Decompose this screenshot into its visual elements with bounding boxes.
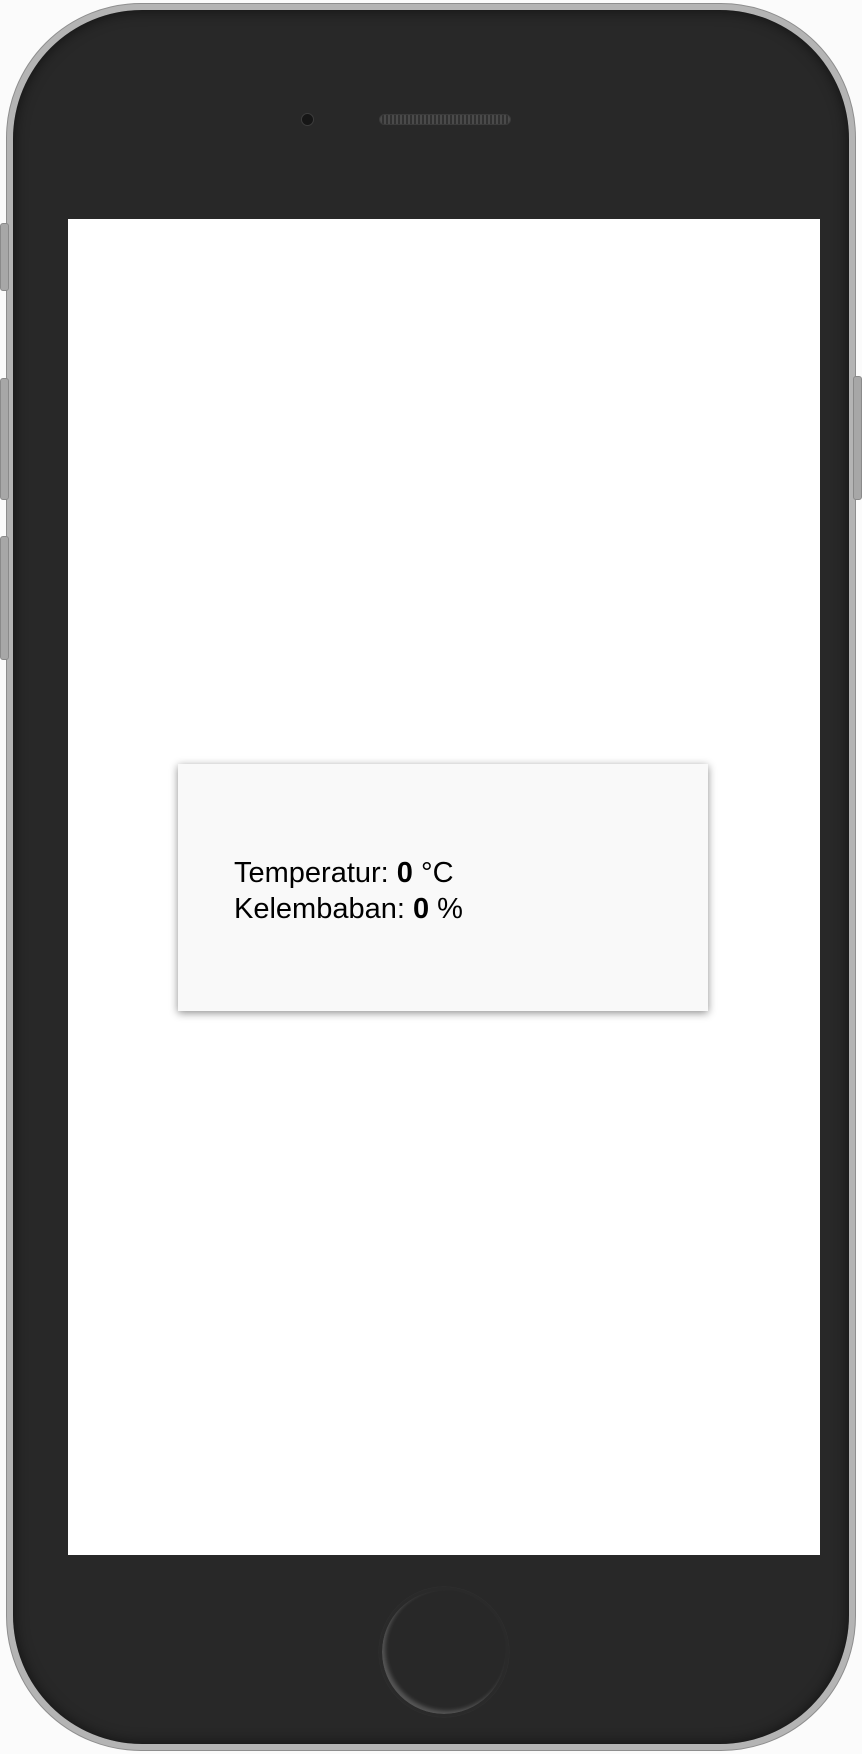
power-button[interactable] xyxy=(853,376,862,500)
temperature-value: 0 xyxy=(396,857,413,889)
volume-down-button[interactable] xyxy=(0,536,9,660)
temperature-label: Temperatur: xyxy=(234,857,389,889)
sensor-card: Temperatur: 0 °C Kelembaban: 0 % xyxy=(178,764,708,1011)
volume-up-button[interactable] xyxy=(0,378,9,500)
humidity-unit: % xyxy=(437,893,463,925)
phone-frame: Temperatur: 0 °C Kelembaban: 0 % xyxy=(6,3,856,1751)
phone-body: Temperatur: 0 °C Kelembaban: 0 % xyxy=(13,10,849,1744)
speaker-icon xyxy=(379,114,511,125)
humidity-reading: Kelembaban: 0 % xyxy=(234,891,463,927)
phone-screen: Temperatur: 0 °C Kelembaban: 0 % xyxy=(68,219,820,1555)
humidity-value: 0 xyxy=(412,893,430,925)
temperature-reading: Temperatur: 0 °C xyxy=(234,855,454,891)
camera-icon xyxy=(301,113,314,126)
mute-switch[interactable] xyxy=(0,223,9,291)
humidity-label: Kelembaban: xyxy=(234,893,405,925)
temperature-unit: °C xyxy=(421,857,454,889)
home-button-icon[interactable] xyxy=(379,1587,509,1717)
